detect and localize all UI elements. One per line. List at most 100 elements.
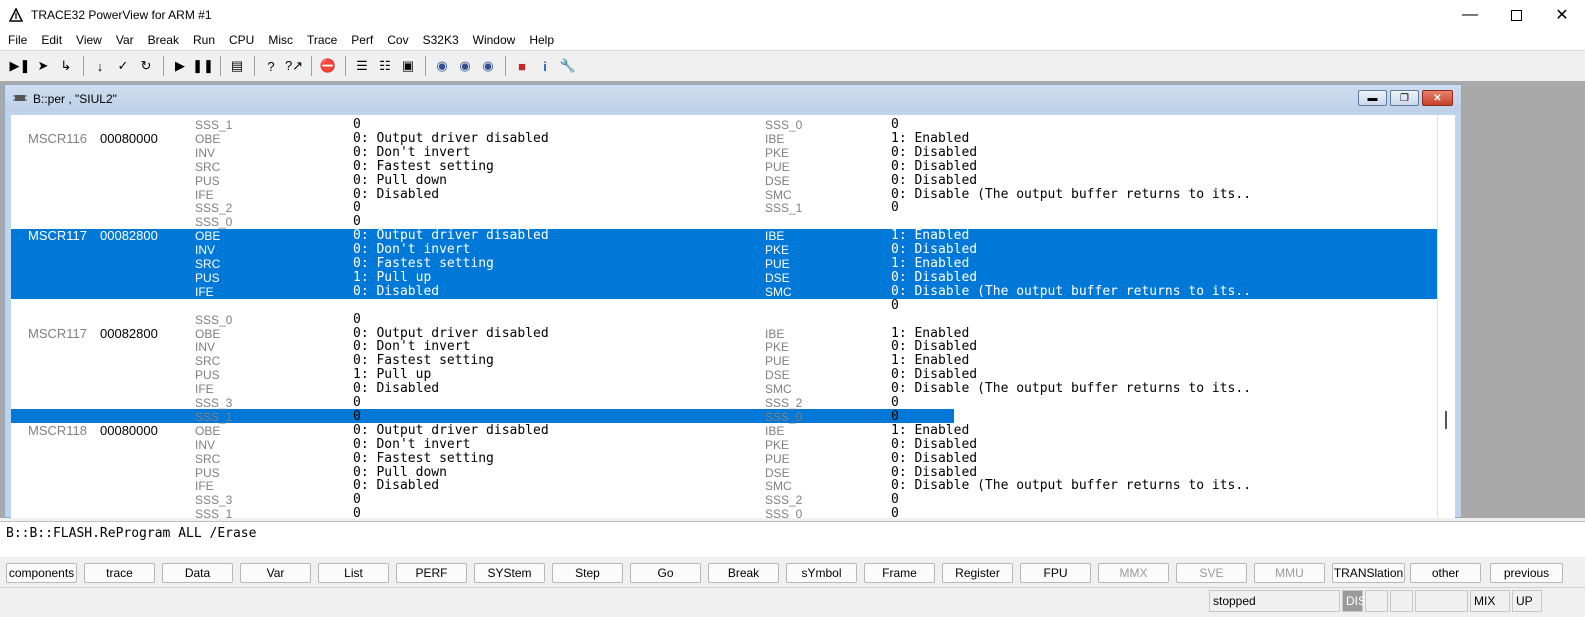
softkey-register[interactable]: Register [942,563,1013,583]
register-row[interactable]: SSS_2 0 SSS_1 0 [11,201,1437,216]
register-row[interactable]: PUS 0: Pull down DSE 0: Disabled [11,465,1437,480]
register-value[interactable]: 00080000 [100,423,158,438]
register-icon[interactable]: ▣ [397,55,419,77]
step-icon[interactable]: ▶❚ [9,55,31,77]
var-watch-icon[interactable]: ◉ [431,55,453,77]
register-row[interactable]: PUS 0: Pull down DSE 0: Disabled [11,173,1437,188]
register-row[interactable]: MSCR117 00082800 OBE 0: Output driver disab… [11,326,1437,341]
register-view[interactable]: SSS_1 0 SSS_0 0 MSCR116 00080000 OBE 0: Output … [11,115,1437,518]
register-row[interactable]: PUS 1: Pull up DSE 0: Disabled [11,368,1437,383]
go-icon[interactable]: ▶ [169,55,191,77]
field-value[interactable]: 0 [891,507,899,518]
vertical-scrollbar[interactable] [1437,115,1455,518]
register-row[interactable]: SSS_3 0 SSS_2 0 [11,396,1437,411]
field-value[interactable]: 0: Fastest setting [353,451,494,466]
softkey-perf[interactable]: PERF [396,563,467,583]
pause-icon[interactable]: ❚❚ [192,55,214,77]
register-row[interactable]: IFE 0: Disabled SMC 0: Disable (The output … [11,479,1437,494]
window-minimize-button[interactable]: ▬ [1358,90,1387,106]
softkey-system[interactable]: SYStem [474,563,545,583]
register-row[interactable]: SSS_0 0 [11,312,1437,327]
field-value[interactable]: 0 [353,507,361,518]
field-value[interactable]: 0 [353,298,361,313]
maximize-button[interactable] [1493,0,1539,30]
register-value[interactable]: 00080000 [100,131,158,146]
field-value[interactable]: 0 [891,118,899,132]
menu-run[interactable]: Run [186,33,222,47]
register-row[interactable]: PUS 1: Pull up DSE 0: Disabled [11,270,1437,285]
field-value[interactable]: 1: Enabled [891,257,969,271]
softkey-other[interactable]: other [1410,563,1481,583]
field-value[interactable]: 0 [891,409,899,424]
menu-s32k3[interactable]: S32K3 [416,33,466,47]
field-value[interactable]: 1: Pull up [353,368,431,382]
field-value[interactable]: 1: Pull up [353,270,431,285]
field-value[interactable]: 0: Output driver disabled [353,326,549,341]
peripheral-window-titlebar[interactable]: B::per , "SIUL2" [5,85,1461,112]
register-row[interactable]: MSCR117 00082800 OBE 0: Output driver disab… [11,229,1437,244]
register-value[interactable]: 00082800 [100,326,158,341]
menu-edit[interactable]: Edit [34,33,69,47]
field-value[interactable]: 0: Pull down [353,173,447,188]
scroll-thumb[interactable] [1445,411,1447,429]
field-value[interactable]: 0 [353,312,361,327]
field-value[interactable]: 0 [891,201,899,215]
command-input[interactable]: B::FLASH.ReProgram ALL /Erase [29,526,256,541]
field-value[interactable]: 0: Disabled [891,270,977,285]
register-row[interactable]: SSS_0 0 [11,215,1437,230]
softkey-fpu[interactable]: FPU [1020,563,1091,583]
field-value[interactable]: 0: Disabled [891,451,977,466]
field-value[interactable]: 1: Enabled [891,354,969,368]
softkey-step[interactable]: Step [552,563,623,583]
field-value[interactable]: 0: Don't invert [353,437,470,452]
field-value[interactable]: 0: Don't invert [353,243,470,257]
field-value[interactable]: 0: Disabled [353,187,439,202]
step-return-icon[interactable]: ↳ [55,55,77,77]
field-value[interactable]: 1: Enabled [891,229,969,243]
menu-cpu[interactable]: CPU [222,33,261,47]
softkey-components[interactable]: components [6,563,77,583]
field-value[interactable]: 0 [353,201,361,215]
field-value[interactable]: 0: Disabled [891,465,977,480]
menu-help[interactable]: Help [522,33,561,47]
menu-misc[interactable]: Misc [261,33,300,47]
field-value[interactable]: 0 [891,298,899,313]
register-row[interactable]: IFE 0: Disabled SMC 0: Disable (The output … [11,382,1437,397]
register-row[interactable]: SSS_2 0 SSS_1 0 [11,298,1437,313]
down-arrow-icon[interactable]: ↓ [89,55,111,77]
field-value[interactable]: 1: Enabled [891,131,969,146]
context-help-icon[interactable]: ?↗ [283,55,305,77]
chip-icon[interactable]: ■ [511,55,533,77]
field-value[interactable]: 0: Disabled [891,340,977,354]
mem-dump-icon[interactable]: ☷ [374,55,396,77]
field-value[interactable]: 0: Disable (The output buffer returns to… [891,382,1251,396]
register-row[interactable]: INV 0: Don't invert PKE 0: Disabled [11,243,1437,258]
field-value[interactable]: 0: Disabled [353,382,439,396]
field-value[interactable]: 0: Disable (The output buffer returns to… [891,284,1251,299]
register-row[interactable]: SSS_3 0 SSS_2 0 [11,493,1437,508]
softkey-go[interactable]: Go [630,563,701,583]
minimize-button[interactable]: — [1447,0,1493,30]
register-row[interactable]: SSS_1 0 SSS_0 0 [11,118,1437,133]
field-value[interactable]: 0: Disable (The output buffer returns to… [891,187,1251,202]
field-value[interactable]: 1: Enabled [891,326,969,341]
field-value[interactable]: 0 [353,215,361,229]
field-value[interactable]: 0 [353,118,361,132]
help-icon[interactable]: ? [260,55,282,77]
register-row[interactable]: INV 0: Don't invert PKE 0: Disabled [11,340,1437,355]
field-value[interactable]: 0: Don't invert [353,145,470,160]
field-value[interactable]: 0: Disabled [891,173,977,188]
info-icon[interactable]: i [534,55,556,77]
softkey-data[interactable]: Data [162,563,233,583]
field-value[interactable]: 0 [353,493,361,507]
field-value[interactable]: 0: Disabled [891,243,977,257]
register-row[interactable]: IFE 0: Disabled SMC 0: Disable (The output … [11,284,1437,299]
field-value[interactable]: 0: Fastest setting [353,257,494,271]
softkey-list[interactable]: List [318,563,389,583]
field-value[interactable]: 0 [891,396,899,410]
softkey-frame[interactable]: Frame [864,563,935,583]
register-row[interactable]: SRC 0: Fastest setting PUE 1: Enabled [11,354,1437,369]
menu-view[interactable]: View [69,33,109,47]
field-value[interactable]: 0 [353,396,361,410]
register-row[interactable]: SRC 0: Fastest setting PUE 0: Disabled [11,159,1437,174]
